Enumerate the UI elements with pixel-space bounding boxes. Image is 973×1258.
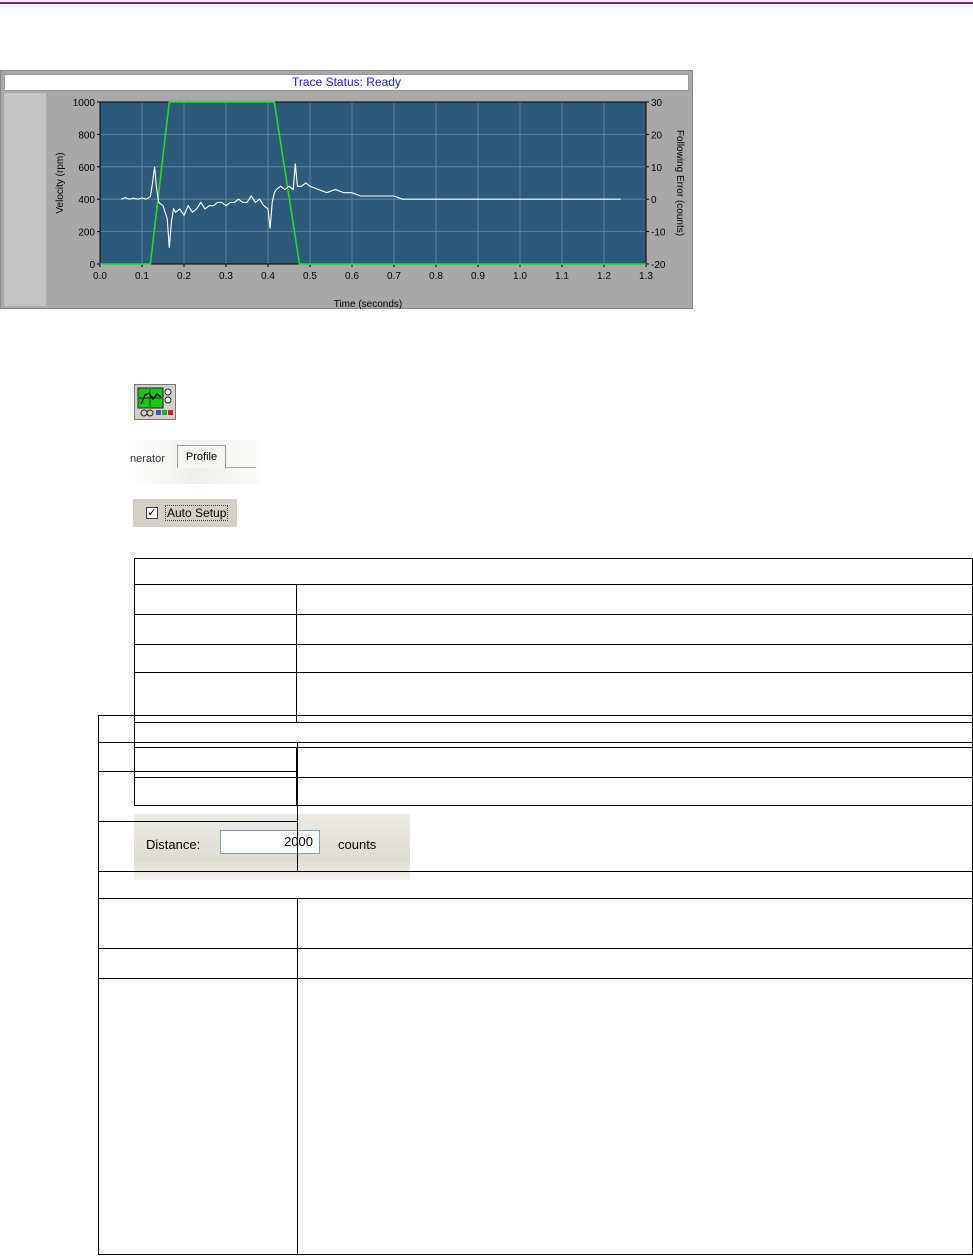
- y-axis-label: Velocity (rpm): [55, 152, 66, 213]
- trace-panel: Trace Status: Ready 0.0 0.1 0.2 0.3 0.4 0.5 0.…: [0, 70, 693, 310]
- y2-tick-label: 30: [651, 98, 663, 109]
- y2-axis-label: Following Error (counts): [674, 130, 685, 236]
- y-tick-label: 1000: [73, 98, 96, 109]
- trace-chart: 0.0 0.1 0.2 0.3 0.4 0.5 0.6 0.7 0.8 0.9 1.0 1.1 1.2 1…: [55, 98, 685, 310]
- y2-tick-label: 20: [651, 130, 663, 141]
- x-tick-label: 1.0: [513, 271, 527, 282]
- x-tick-label: 0.8: [429, 271, 443, 282]
- x-tick-label: 1.2: [597, 271, 611, 282]
- x-tick-label: 0.5: [303, 271, 317, 282]
- parameter-table-2: [98, 715, 973, 1255]
- tab-generator[interactable]: nerator: [130, 453, 165, 465]
- x-tick-label: 0.1: [135, 271, 149, 282]
- x-tick-label: 0.7: [387, 271, 401, 282]
- y-tick-label: 400: [78, 195, 95, 206]
- y2-tick-label: 10: [651, 163, 663, 174]
- auto-setup-label[interactable]: Auto Setup: [165, 505, 229, 521]
- y2-tick-label: 0: [651, 195, 657, 206]
- tab-baseline: [226, 467, 256, 468]
- top-rule: [0, 2, 973, 4]
- x-tick-label: 0.6: [345, 271, 359, 282]
- x-tick-label: 1.1: [555, 271, 569, 282]
- y-tick-label: 600: [78, 163, 95, 174]
- y-tick-label: 200: [78, 228, 95, 239]
- y2-tick-label: -10: [651, 228, 666, 239]
- x-tick-label: 0.3: [219, 271, 233, 282]
- y2-tick-label: -20: [651, 260, 666, 271]
- x-tick-label: 0.9: [471, 271, 485, 282]
- y-tick-label: 800: [78, 130, 95, 141]
- tab-strip: nerator Profile: [130, 440, 260, 484]
- auto-setup-panel: ✓ Auto Setup: [133, 499, 237, 527]
- y-tick-label: 0: [89, 260, 95, 271]
- auto-setup-checkbox[interactable]: ✓: [146, 507, 158, 519]
- x-tick-label: 0.0: [93, 271, 107, 282]
- trace-tool-icon[interactable]: [134, 384, 176, 420]
- tab-profile[interactable]: Profile: [177, 445, 226, 468]
- x-tick-label: 0.4: [261, 271, 275, 282]
- x-axis-label: Time (seconds): [334, 299, 403, 310]
- x-tick-label: 0.2: [177, 271, 191, 282]
- plot-area: [100, 102, 646, 264]
- x-tick-label: 1.3: [639, 271, 653, 282]
